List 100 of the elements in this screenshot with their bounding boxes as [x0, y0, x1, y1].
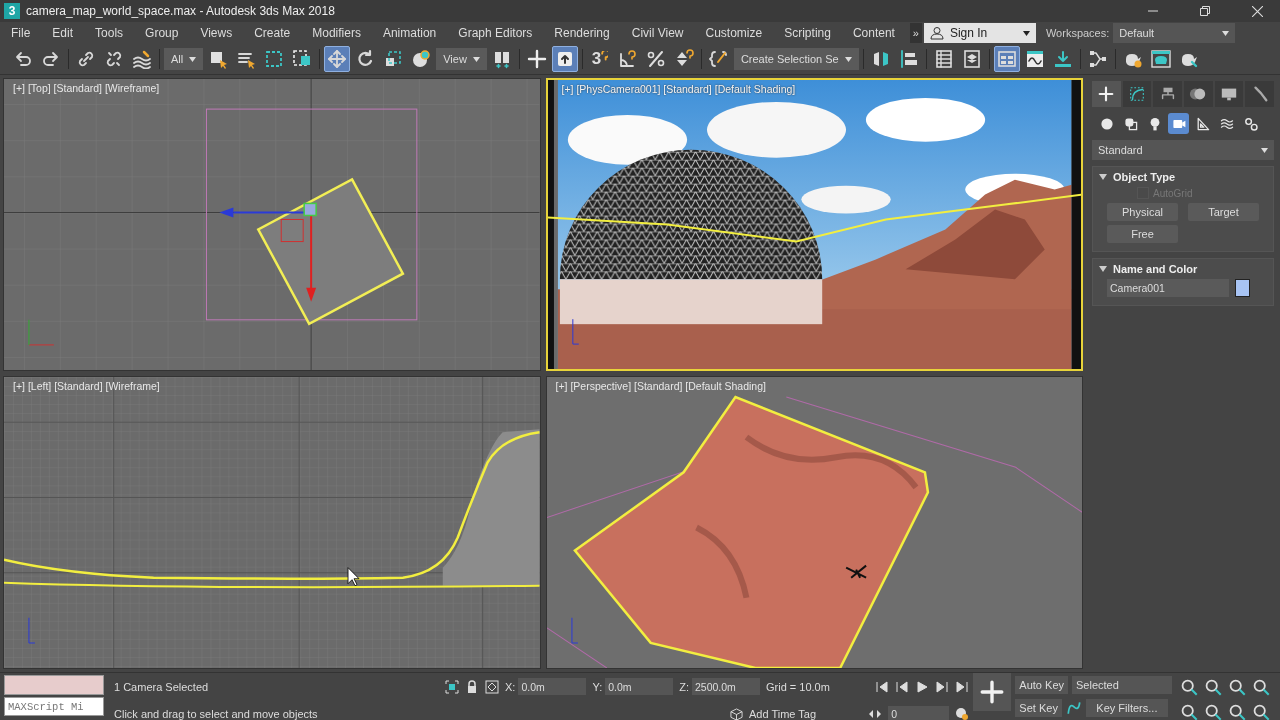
menu-item[interactable]: Tools [84, 26, 135, 40]
menu-item[interactable]: Civil View [620, 26, 695, 40]
camera-gizmo-icon [844, 564, 867, 579]
curve-icon [1024, 49, 1045, 69]
ribbon-button[interactable] [993, 46, 1020, 72]
zoom-icon[interactable] [1180, 678, 1198, 696]
category-button[interactable] [1168, 113, 1189, 134]
frame-field[interactable]: 0 [888, 705, 950, 720]
ribbon-icon [996, 49, 1017, 69]
up-key-button[interactable] [551, 46, 578, 72]
menu-item[interactable]: File [0, 26, 42, 40]
panel-tab[interactable] [1153, 81, 1182, 107]
panel-tab[interactable] [1214, 81, 1244, 107]
key-filters-button[interactable]: Key Filters... [1085, 699, 1168, 717]
layers-icon [961, 49, 982, 69]
viewport-label[interactable]: [+] [Top] [Standard] [Wireframe] [13, 82, 160, 94]
transform-mode-icon[interactable] [485, 679, 499, 694]
go-to-end-icon[interactable] [955, 679, 970, 694]
play-icon[interactable] [915, 679, 930, 694]
download-icon [1052, 49, 1073, 69]
mouse-cursor-icon [347, 567, 360, 587]
sphere-icon [1098, 115, 1115, 132]
viewport-label[interactable]: [+] [Left] [Standard] [Wireframe] [13, 380, 160, 392]
panel-tab[interactable] [1092, 81, 1121, 107]
axis-tripod [28, 319, 55, 346]
camera-type-button[interactable]: Physical [1107, 203, 1178, 221]
tangent-icon[interactable] [1065, 700, 1082, 716]
app-logo: 3 [4, 3, 20, 19]
menu-overflow-button[interactable]: » [909, 23, 922, 43]
wave-icon [132, 49, 152, 69]
teapot-frame-icon [1150, 49, 1171, 69]
set-key-button[interactable] [973, 673, 1012, 711]
viewport-label[interactable]: [+] [Perspective] [Standard] [Default Shading] [555, 380, 766, 392]
panel-tab[interactable] [1122, 81, 1152, 107]
set-key-mode-button[interactable]: Set Key [1015, 699, 1062, 717]
dashed-square-icon [264, 49, 285, 69]
panel-tab[interactable] [1245, 81, 1275, 107]
menu-item[interactable]: Scripting [773, 26, 842, 40]
coordinate-field[interactable]: 0.0m [605, 678, 674, 696]
key-mode-icon[interactable] [868, 707, 883, 720]
window-title: camera_map_world_space.max - Autodesk 3ds Max 2018 [26, 4, 336, 18]
coordinate-field[interactable]: 0.0m [518, 678, 587, 696]
caret-icon [844, 56, 852, 62]
move-icon [327, 49, 348, 69]
camera-type-button[interactable]: Target [1188, 203, 1259, 221]
key-mode-dropdown[interactable]: Selected [1072, 676, 1172, 694]
rollout-header[interactable]: Object Type [1099, 171, 1267, 183]
plus-icon [1097, 85, 1116, 103]
clock-gear-icon[interactable] [955, 707, 970, 720]
menu-item[interactable]: Customize [694, 26, 774, 40]
panel-tab[interactable] [1184, 81, 1213, 107]
menu-item[interactable]: Graph Editors [447, 26, 544, 40]
listener-input-field[interactable]: MAXScript Mi [4, 697, 104, 716]
go-to-start-icon[interactable] [875, 679, 890, 694]
workspaces-label: Workspaces: [1045, 27, 1110, 39]
restore-icon [1200, 6, 1210, 16]
menu-item[interactable]: Group [134, 26, 190, 40]
previous-frame-icon[interactable] [895, 679, 910, 694]
workspaces-dropdown[interactable]: Default [1113, 23, 1236, 43]
listener-output-field[interactable] [4, 675, 104, 695]
snap3-button[interactable]: 3 [586, 46, 613, 72]
sign-in-dropdown[interactable]: Sign In [923, 23, 1036, 43]
axis-tripod [571, 318, 579, 345]
menu-item[interactable]: Create [243, 26, 302, 40]
camera-type-button[interactable]: Free [1107, 225, 1178, 243]
coordinate-field[interactable]: 2500.0m [692, 678, 760, 696]
add-time-tag[interactable]: Add Time Tag [749, 708, 817, 720]
viewport[interactable]: [+] [PhysCamera001] [Standard] [Default Shading] [545, 78, 1083, 371]
menu-item[interactable]: Content [841, 26, 906, 40]
menu-item[interactable]: Animation [371, 26, 448, 40]
name-field[interactable]: Camera001 [1107, 279, 1229, 297]
grid-size: Grid = 10.0m [766, 680, 830, 693]
type-dropdown[interactable]: Standard [1092, 140, 1274, 160]
dropdown[interactable]: Create Selection Se [733, 48, 859, 70]
braces-icon [708, 49, 729, 69]
isolate-icon[interactable] [445, 679, 459, 694]
menu-item[interactable]: Modifiers [301, 26, 372, 40]
dropdown[interactable]: All [164, 48, 204, 70]
shapes-icon [1122, 115, 1139, 132]
color-swatch[interactable] [1235, 279, 1250, 297]
coordinate-label: X: [505, 680, 516, 693]
caret-icon [1261, 147, 1268, 153]
viewport[interactable]: [+] [Left] [Standard] [Wireframe] [3, 376, 541, 669]
coordinate-label: Z: [679, 680, 689, 693]
menu-item[interactable]: Rendering [543, 26, 621, 40]
menu-item[interactable]: Views [189, 26, 244, 40]
rollout-header[interactable]: Name and Color [1099, 263, 1267, 275]
viewport-label[interactable]: [+] [PhysCamera001] [Standard] [Default Shading] [561, 83, 796, 95]
prompt-text: Click and drag to select and move objects [114, 708, 319, 720]
menu-item[interactable]: Edit [41, 26, 85, 40]
viewport[interactable]: [+] [Perspective] [Standard] [Default Shading] [545, 376, 1083, 669]
auto-key-button[interactable]: Auto Key [1015, 676, 1068, 694]
move-button[interactable] [324, 46, 351, 72]
lock-icon[interactable] [465, 679, 479, 694]
caret-icon [189, 56, 197, 62]
viewport[interactable]: [+] [Top] [Standard] [Wireframe] [3, 78, 541, 371]
caret-icon [1022, 30, 1030, 36]
dropdown[interactable]: View [436, 48, 487, 70]
percent-icon [645, 49, 666, 69]
next-frame-icon[interactable] [935, 679, 950, 694]
